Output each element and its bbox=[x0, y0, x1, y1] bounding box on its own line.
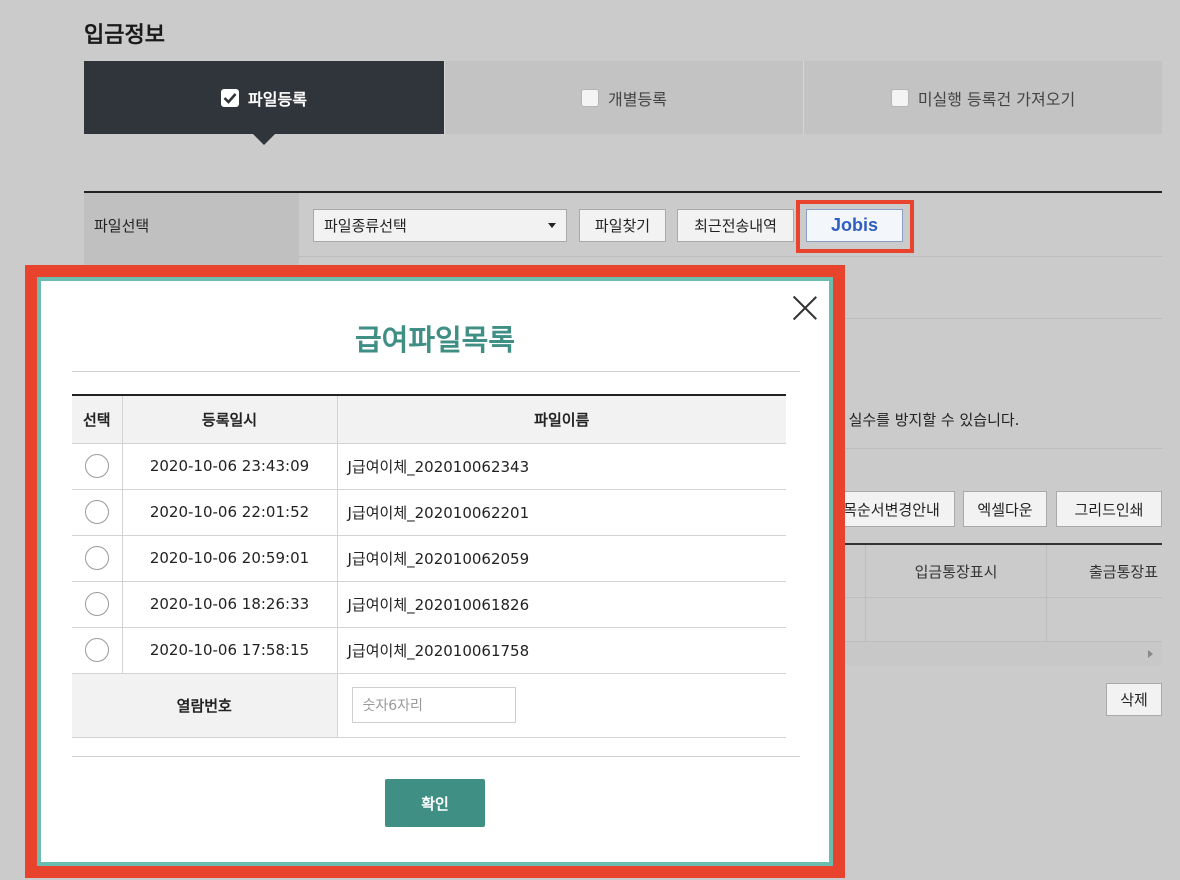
jobis-button[interactable]: Jobis bbox=[806, 209, 903, 242]
row-select-cell bbox=[72, 443, 122, 490]
scroll-right-icon[interactable] bbox=[1148, 650, 1153, 658]
delete-button[interactable]: 삭제 bbox=[1106, 683, 1162, 716]
tab-import-unexecuted[interactable]: 미실행 등록건 가져오기 bbox=[803, 61, 1162, 134]
payroll-file-list-modal: 급여파일목록 선택 등록일시 파일이름 2020-10-06 23:43:09 … bbox=[37, 277, 833, 866]
file-list-table: 선택 등록일시 파일이름 2020-10-06 23:43:09 J급여이체_2… bbox=[72, 394, 786, 738]
grid-divider bbox=[1046, 545, 1047, 641]
row-select-cell bbox=[72, 489, 122, 536]
file-name: J급여이체_202010062343 bbox=[336, 443, 786, 490]
column-header-filename: 파일이름 bbox=[336, 394, 786, 444]
row-select-cell bbox=[72, 627, 122, 674]
checkbox-icon bbox=[890, 88, 909, 107]
grid-divider bbox=[836, 597, 1162, 598]
radio-button[interactable] bbox=[84, 638, 109, 662]
password-input[interactable]: 숫자6자리 bbox=[351, 687, 516, 723]
file-name: J급여이체_202010061758 bbox=[336, 627, 786, 674]
confirm-button[interactable]: 확인 bbox=[385, 779, 485, 827]
recent-history-button[interactable]: 최근전송내역 bbox=[677, 209, 794, 242]
grid-print-button[interactable]: 그리드인쇄 bbox=[1056, 491, 1162, 527]
table-row[interactable]: 2020-10-06 22:01:52 J급여이체_202010062201 bbox=[72, 489, 786, 536]
table-row[interactable]: 2020-10-06 20:59:01 J급여이체_202010062059 bbox=[72, 535, 786, 582]
registered-datetime: 2020-10-06 23:43:09 bbox=[121, 443, 337, 490]
section-title: 입금정보 bbox=[84, 23, 165, 48]
file-type-select-value: 파일종류선택 bbox=[324, 217, 407, 235]
password-label: 열람번호 bbox=[72, 672, 337, 738]
tab-individual-registration[interactable]: 개별등록 bbox=[444, 61, 803, 134]
row-select-cell bbox=[72, 581, 122, 628]
row-divider bbox=[299, 256, 1162, 257]
footer-divider bbox=[72, 756, 800, 757]
radio-button[interactable] bbox=[84, 500, 109, 524]
checkbox-icon bbox=[581, 88, 600, 107]
registered-datetime: 2020-10-06 22:01:52 bbox=[121, 489, 337, 536]
row-divider bbox=[836, 448, 1162, 449]
password-row: 열람번호 숫자6자리 bbox=[72, 672, 786, 738]
file-name: J급여이체_202010062201 bbox=[336, 489, 786, 536]
grid-header-withdrawal-display: 출금통장표 bbox=[1089, 562, 1159, 581]
checkbox-checked-icon bbox=[221, 88, 240, 107]
grid-divider bbox=[865, 545, 866, 641]
table-row[interactable]: 2020-10-06 23:43:09 J급여이체_202010062343 bbox=[72, 443, 786, 490]
registered-datetime: 2020-10-06 20:59:01 bbox=[121, 535, 337, 582]
tab-file-registration[interactable]: 파일등록 bbox=[84, 61, 444, 145]
table-header-row: 선택 등록일시 파일이름 bbox=[72, 394, 786, 444]
radio-button[interactable] bbox=[84, 454, 109, 478]
table-row[interactable]: 2020-10-06 17:58:15 J급여이체_202010061758 bbox=[72, 627, 786, 674]
radio-button[interactable] bbox=[84, 592, 109, 616]
file-type-select[interactable]: 파일종류선택 bbox=[313, 209, 567, 242]
modal-title: 급여파일목록 bbox=[354, 323, 516, 357]
grid-horizontal-scrollbar[interactable] bbox=[836, 641, 1162, 665]
file-select-label: 파일선택 bbox=[94, 217, 150, 235]
registered-datetime: 2020-10-06 18:26:33 bbox=[121, 581, 337, 628]
title-divider bbox=[72, 371, 800, 372]
column-order-guide-button[interactable]: 목순서변경안내 bbox=[828, 491, 955, 527]
excel-download-button[interactable]: 엑셀다운 bbox=[963, 491, 1047, 527]
tab-label: 개별등록 bbox=[608, 89, 667, 109]
column-header-date: 등록일시 bbox=[121, 394, 337, 444]
column-header-select: 선택 bbox=[72, 394, 122, 444]
registration-tabs: 파일등록 개별등록 미실행 등록건 가져오기 bbox=[84, 61, 1162, 145]
grid-header-deposit-display: 입금통장표시 bbox=[914, 562, 998, 581]
find-file-button[interactable]: 파일찾기 bbox=[579, 209, 666, 242]
table-row[interactable]: 2020-10-06 18:26:33 J급여이체_202010061826 bbox=[72, 581, 786, 628]
row-select-cell bbox=[72, 535, 122, 582]
caret-down-icon bbox=[548, 223, 556, 228]
password-cell: 숫자6자리 bbox=[336, 672, 786, 738]
registered-datetime: 2020-10-06 17:58:15 bbox=[121, 627, 337, 674]
tab-label: 파일등록 bbox=[248, 89, 307, 109]
file-name: J급여이체_202010062059 bbox=[336, 535, 786, 582]
radio-button[interactable] bbox=[84, 546, 109, 570]
info-text: 른 실수를 방지할 수 있습니다. bbox=[830, 411, 1020, 429]
tab-label: 미실행 등록건 가져오기 bbox=[917, 89, 1076, 109]
file-name: J급여이체_202010061826 bbox=[336, 581, 786, 628]
